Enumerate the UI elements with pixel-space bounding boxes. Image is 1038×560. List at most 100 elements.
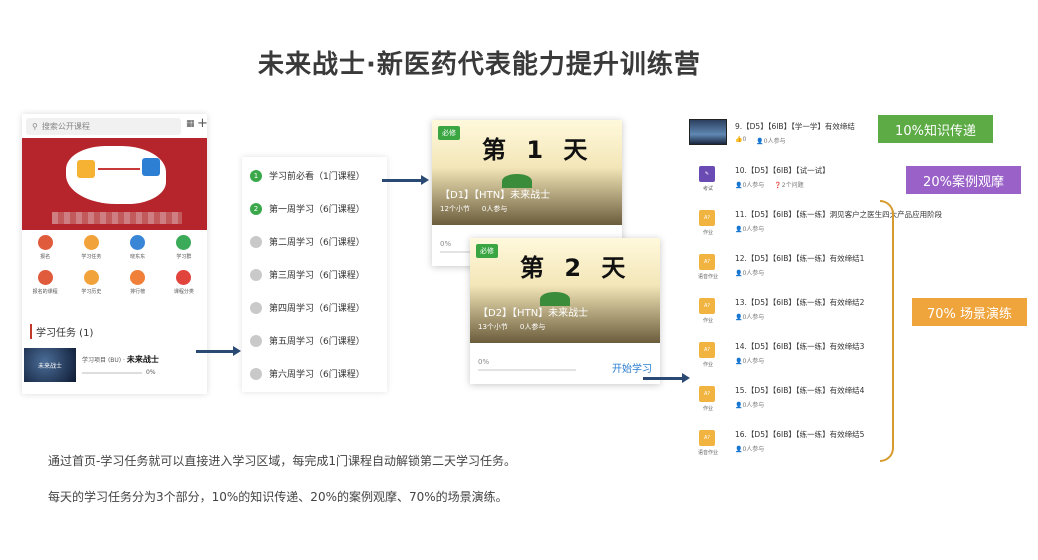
week-number: 1: [250, 169, 262, 182]
grid-item-7[interactable]: 课程分类: [161, 269, 207, 304]
add-icon[interactable]: +: [197, 116, 208, 131]
week-item[interactable]: 第四周学习（6门课程）: [250, 301, 365, 314]
grid-item-6[interactable]: 排行榜: [115, 269, 161, 304]
lesson-item[interactable]: 9.【D5】【6IB】【学一学】有效缔结 👍0 👤0人参与: [683, 118, 898, 158]
week-label: 第五周学习（6门课程）: [269, 337, 365, 347]
week-item[interactable]: 1 学习前必看（1门课程）: [250, 169, 365, 182]
phone-screenshot: ⚲ 搜索公开课程 ▦ + 闻东东 报名 学习任务 晓东东 学习群 报名的课程 学…: [22, 114, 208, 394]
week-item[interactable]: 第六周学习（6门课程）: [250, 367, 365, 380]
participants: 👤0人参与: [735, 314, 765, 321]
lock-icon: [250, 334, 262, 347]
homework-icon: A?: [699, 386, 715, 402]
arrow-right-icon: [382, 175, 429, 185]
week-item[interactable]: 第二周学习（6门课程）: [250, 235, 365, 248]
grid-item-2[interactable]: 晓东东: [115, 235, 161, 269]
participants: 👤0人参与: [756, 138, 786, 145]
card-participants: 0人参与: [481, 205, 508, 213]
video-thumbnail: [689, 119, 727, 145]
week-label: 学习前必看（1门课程）: [269, 172, 365, 182]
card-cover: 必修 第 1 天 【D1】【HTN】未来战士 12个小节 0人参与: [432, 120, 622, 225]
grid-icon: [83, 269, 99, 285]
lesson-title: 9.【D5】【6IB】【学一学】有效缔结: [735, 122, 855, 131]
task-tag: 学习项目: [82, 357, 107, 364]
grid-icon: [130, 269, 146, 285]
lock-icon: [250, 235, 262, 248]
lesson-type: 作业: [702, 318, 713, 324]
week-item[interactable]: 第五周学习（6门课程）: [250, 334, 365, 347]
grid-icon: [130, 235, 146, 250]
task-thumbnail: 未来战士: [24, 348, 76, 382]
task-progress-bar: [82, 371, 142, 374]
lesson-type: 语音作业: [697, 274, 718, 280]
scan-icon[interactable]: ▦: [186, 119, 195, 129]
grid-label: 学习历史: [81, 288, 102, 295]
card-participants: 0人参与: [519, 323, 546, 331]
card-day: 第 2 天: [520, 254, 632, 282]
task-item[interactable]: 未来战士 学习项目 (BU) · 未来战士 0%: [24, 347, 204, 383]
card-progress-bar: [478, 369, 576, 371]
task-code: (BU): [107, 357, 122, 364]
homework-icon: A?: [699, 430, 715, 446]
lesson-title: 14.【D5】【6IB】【练一练】有效缔结3: [735, 342, 865, 351]
heartbeat-line: [98, 168, 140, 170]
description-line: 每天的学习任务分为3个部分，10%的知识传递、20%的案例观摩、70%的场景演练…: [48, 490, 508, 504]
card-day: 第 1 天: [482, 136, 594, 164]
week-number: 2: [250, 202, 262, 215]
grid-label: 学习群: [176, 254, 192, 260]
search-icon: ⚲: [32, 122, 38, 131]
day-card[interactable]: 必修 第 2 天 【D2】【HTN】未来战士 13个小节 0人参与 0% 开始学习: [470, 238, 660, 384]
card-sections: 12个小节: [440, 205, 470, 213]
lesson-list: 9.【D5】【6IB】【学一学】有效缔结 👍0 👤0人参与 ✎ 考试 10.【D5…: [683, 110, 942, 466]
grid-label: 晓东东: [130, 254, 146, 260]
lesson-title: 10.【D5】【6IB】【试一试】: [735, 166, 830, 175]
lock-icon: [250, 301, 262, 314]
page-title: 未来战士·新医药代表能力提升训练营: [258, 50, 701, 80]
grid-item-0[interactable]: 报名: [22, 235, 68, 269]
description-line: 通过首页-学习任务就可以直接进入学习区域，每完成1门课程自动解锁第二天学习任务。: [48, 454, 516, 468]
function-grid: 报名 学习任务 晓东东 学习群 报名的课程 学习历史 排行榜 课程分类: [22, 230, 207, 304]
required-tag: 必修: [438, 126, 460, 140]
grid-item-4[interactable]: 报名的课程: [22, 269, 68, 304]
banner[interactable]: 闻东东: [22, 138, 207, 230]
participants: 👤0人参与: [735, 182, 765, 189]
grid-item-3[interactable]: 学习群: [161, 235, 207, 269]
grid-label: 报名的课程: [32, 288, 58, 295]
lesson-item[interactable]: A? 语音作业 12.【D5】【6IB】【练一练】有效缔结1 👤0人参与: [683, 250, 898, 290]
grid-label: 学习任务: [81, 254, 102, 260]
week-item[interactable]: 第三周学习（6门课程）: [250, 268, 365, 281]
search-placeholder: 搜索公开课程: [41, 122, 90, 131]
participants: 👤0人参与: [735, 358, 765, 365]
label-scenario: 70% 场景演练: [912, 298, 1027, 326]
lesson-item[interactable]: A? 作业 15.【D5】【6IB】【练一练】有效缔结4 👤0人参与: [683, 382, 898, 422]
grid-item-1[interactable]: 学习任务: [68, 235, 114, 269]
like-count: 👍0: [735, 136, 747, 143]
card-cover: 必修 第 2 天 【D2】【HTN】未来战士 13个小节 0人参与: [470, 238, 660, 343]
week-list: 1 学习前必看（1门课程） 2 第一周学习（6门课程） 第二周学习（6门课程） 第三…: [242, 157, 387, 392]
start-learning-button[interactable]: 开始学习: [612, 360, 652, 375]
banner-text: 闻东东: [142, 182, 161, 189]
card-progress: 0%: [478, 358, 490, 366]
lesson-type: 作业: [702, 362, 713, 368]
card-progress: 0%: [440, 240, 452, 248]
lesson-item[interactable]: A? 作业 13.【D5】【6IB】【练一练】有效缔结2 👤0人参与: [683, 294, 898, 334]
lesson-type: 考试: [702, 186, 713, 192]
exam-icon: ✎: [699, 166, 715, 182]
homework-icon: A?: [699, 210, 715, 226]
participants: 👤0人参与: [735, 446, 765, 453]
participants: 👤0人参与: [735, 226, 765, 233]
lesson-title: 16.【D5】【6IB】【练一练】有效缔结5: [735, 430, 865, 439]
lock-icon: [250, 367, 262, 380]
lesson-title: 15.【D5】【6IB】【练一练】有效缔结4: [735, 386, 865, 395]
lesson-item[interactable]: A? 作业 11.【D5】【6IB】【练一练】洞见客户之医生四大产品应用阶段 👤…: [683, 206, 942, 246]
week-item[interactable]: 2 第一周学习（6门课程）: [250, 202, 365, 215]
lesson-title: 11.【D5】【6IB】【练一练】洞见客户之医生四大产品应用阶段: [735, 210, 943, 219]
search-input[interactable]: ⚲ 搜索公开课程: [26, 118, 181, 135]
lesson-type: 作业: [702, 230, 713, 236]
lesson-item[interactable]: A? 语音作业 16.【D5】【6IB】【练一练】有效缔结5 👤0人参与: [683, 426, 898, 466]
week-label: 第二周学习（6门课程）: [269, 238, 365, 248]
tasks-header: 学习任务 (1): [30, 324, 93, 339]
lesson-title: 13.【D5】【6IB】【练一练】有效缔结2: [735, 298, 865, 307]
lesson-item[interactable]: ✎ 考试 10.【D5】【6IB】【试一试】 👤0人参与 ❓2个问题: [683, 162, 898, 202]
lesson-item[interactable]: A? 作业 14.【D5】【6IB】【练一练】有效缔结3 👤0人参与: [683, 338, 898, 378]
grid-item-5[interactable]: 学习历史: [68, 269, 114, 304]
